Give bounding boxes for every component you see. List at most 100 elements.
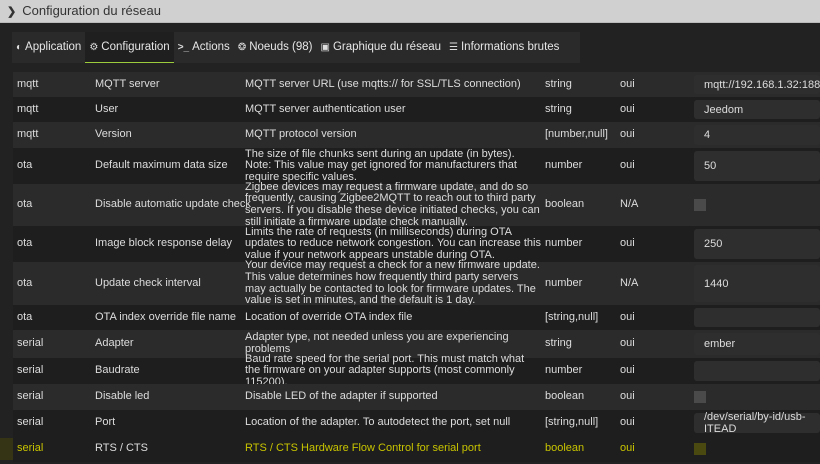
required-cell: oui	[620, 128, 635, 141]
type-cell: number	[545, 159, 583, 172]
gears-icon: ⚙	[89, 41, 99, 53]
tab-noeuds[interactable]: ❂ Noeuds (98)	[233, 32, 317, 63]
table-row: mqtt Version MQTT protocol version [number,…	[13, 122, 820, 148]
description-cell: Zigbee devices may request a firmware up…	[245, 180, 540, 228]
name-cell: Port	[95, 416, 116, 429]
name-cell: Disable automatic update check	[95, 198, 251, 211]
category-cell: ota	[17, 310, 33, 323]
tab-actions[interactable]: >_ Actions	[173, 32, 234, 63]
table-row: ota Image block response delay Limits the …	[13, 226, 820, 262]
category-cell: serial	[17, 442, 44, 455]
description-cell: Location of override OTA index file	[245, 310, 413, 323]
description-cell: MQTT server authentication user	[245, 102, 406, 115]
table-row: serial Disable led Disable LED of the adap…	[13, 384, 820, 410]
category-cell: ota	[17, 159, 33, 172]
table-row: serial Port Location of the adapter. To au…	[13, 410, 820, 436]
tab-informations[interactable]: ☰ Informations brutes	[445, 32, 564, 63]
table-row: mqtt User MQTT server authentication user s…	[13, 97, 820, 122]
required-cell: oui	[620, 442, 635, 455]
value-input[interactable]: ember	[694, 333, 820, 355]
description-cell: Location of the adapter. To autodetect t…	[245, 416, 511, 429]
required-cell: oui	[620, 310, 635, 323]
type-cell: string	[545, 337, 572, 350]
name-cell: Image block response delay	[95, 237, 232, 250]
required-cell: oui	[620, 337, 635, 350]
value-checkbox[interactable]	[694, 443, 706, 455]
type-cell: boolean	[545, 198, 585, 211]
tab-label: Actions	[192, 41, 230, 53]
type-cell: number	[545, 276, 583, 289]
table-row: mqtt MQTT server MQTT server URL (use mqtt…	[13, 72, 820, 97]
name-cell: Update check interval	[95, 276, 201, 289]
panel-title: Configuration du réseau	[22, 3, 161, 18]
tab-label: Application	[25, 41, 82, 53]
name-cell: Disable led	[95, 390, 150, 403]
type-cell: string	[545, 102, 572, 115]
description-cell: Disable LED of the adapter if supported	[245, 390, 438, 403]
value-input[interactable]: 1440	[694, 265, 820, 302]
required-cell: oui	[620, 416, 635, 429]
description-cell: Limits the rate of requests (in millisec…	[245, 225, 541, 261]
type-cell: string	[545, 77, 572, 90]
name-cell: User	[95, 102, 119, 115]
type-cell: [string,null]	[545, 310, 599, 323]
required-cell: oui	[620, 159, 635, 172]
table-row: ota Default maximum data size The size of …	[13, 148, 820, 184]
required-cell: oui	[620, 102, 635, 115]
category-cell: serial	[17, 416, 44, 429]
table-row: ota OTA index override file name Location …	[13, 305, 820, 330]
table-row: ota Update check interval Your device may …	[13, 259, 820, 307]
type-cell: [string,null]	[545, 416, 599, 429]
category-cell: serial	[17, 364, 44, 377]
value-input[interactable]	[694, 308, 820, 327]
value-input[interactable]: 4	[694, 125, 820, 145]
category-cell: serial	[17, 337, 44, 350]
name-cell: RTS / CTS	[95, 442, 148, 455]
required-cell: oui	[620, 77, 635, 90]
type-cell: boolean	[545, 442, 585, 455]
name-cell: Adapter	[95, 337, 134, 350]
type-cell: boolean	[545, 390, 585, 403]
name-cell: Version	[95, 128, 132, 141]
terminal-icon: >_	[177, 42, 190, 53]
required-cell: N/A	[620, 198, 639, 211]
list-icon: ☰	[449, 42, 458, 53]
name-cell: Default maximum data size	[95, 159, 228, 172]
tab-label: Graphique du réseau	[332, 41, 442, 53]
required-cell: oui	[620, 237, 635, 250]
value-input[interactable]: 50	[694, 151, 820, 181]
dashboard-icon: ◐	[16, 42, 23, 53]
description-cell: MQTT protocol version	[245, 128, 357, 141]
tab-application[interactable]: ◐ Application	[12, 32, 86, 63]
category-cell: ota	[17, 198, 33, 211]
category-cell: mqtt	[17, 77, 39, 90]
value-input[interactable]: Jeedom	[694, 100, 820, 119]
tab-graphique[interactable]: ▣ Graphique du réseau	[316, 32, 446, 63]
category-cell: ota	[17, 276, 33, 289]
required-cell: N/A	[620, 276, 639, 289]
value-input[interactable]	[694, 361, 820, 381]
tab-bar: ◐ Application ⚙ Configuration >_ Actions ❂ N…	[12, 32, 580, 63]
category-cell: mqtt	[17, 128, 39, 141]
type-cell: number	[545, 237, 583, 250]
value-input[interactable]: /dev/serial/by-id/usb-ITEAD	[694, 411, 820, 435]
image-icon: ▣	[320, 42, 330, 53]
value-input[interactable]: 250	[694, 229, 820, 259]
tab-label: Informations brutes	[460, 41, 560, 53]
category-cell: serial	[17, 390, 44, 403]
name-cell: MQTT server	[95, 77, 160, 90]
table-row: ota Disable automatic update check Zigbee …	[13, 180, 820, 228]
required-cell: oui	[620, 364, 635, 377]
type-cell: number	[545, 364, 583, 377]
config-table: mqtt MQTT server MQTT server URL (use mqtt…	[13, 72, 820, 462]
chevron-right-icon: ❯	[7, 6, 17, 18]
description-cell: RTS / CTS Hardware Flow Control for seri…	[245, 442, 481, 455]
description-cell: Your device may request a check for a ne…	[245, 259, 540, 307]
panel-header[interactable]: ❯ Configuration du réseau	[0, 0, 820, 23]
tab-configuration[interactable]: ⚙ Configuration	[85, 32, 174, 63]
value-checkbox[interactable]	[694, 199, 706, 211]
value-checkbox[interactable]	[694, 391, 706, 403]
value-input[interactable]: mqtt://192.168.1.32:1883	[694, 75, 820, 94]
tab-label: Noeuds (98)	[249, 41, 313, 53]
table-row: serial Baudrate Baud rate speed for the se…	[13, 353, 820, 387]
